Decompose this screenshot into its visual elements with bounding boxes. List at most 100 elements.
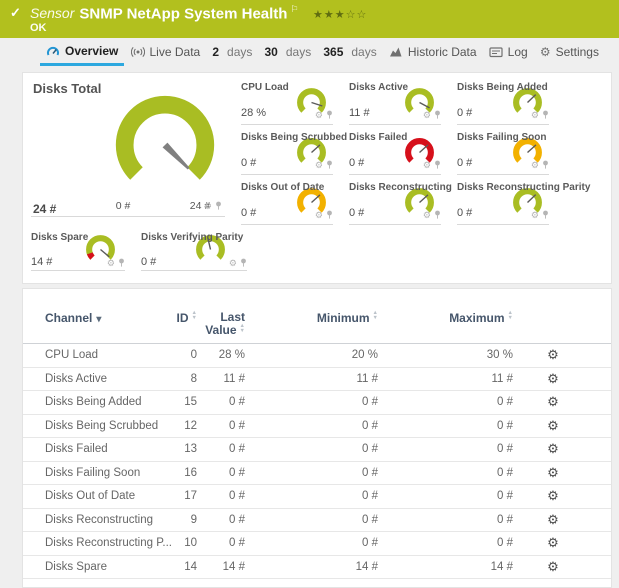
table-row[interactable]: Disks Reconstructing P... 10 0 # 0 # 0 # [23, 532, 611, 556]
tab-historic-data[interactable]: Historic Data [383, 38, 483, 66]
column-header-last-value[interactable]: Last Value [197, 311, 245, 337]
cell-id: 8 [175, 368, 197, 391]
gear-icon[interactable] [229, 253, 237, 271]
flag-icon[interactable] [290, 4, 298, 14]
table-row[interactable]: Disks Failing Soon 16 0 # 0 # 0 # [23, 462, 611, 486]
cell-maximum: 0 # [378, 532, 513, 555]
tab-2-days[interactable]: 2days [206, 38, 258, 66]
table-row[interactable]: Disks Reconstructing 9 0 # 0 # 0 # [23, 509, 611, 533]
gear-icon[interactable] [423, 205, 431, 223]
table-row[interactable]: Disks Out of Date 17 0 # 0 # 0 # [23, 485, 611, 509]
table-row[interactable]: Disks Spare 14 14 # 14 # 14 # [23, 556, 611, 580]
tab-settings[interactable]: Settings [534, 38, 605, 66]
gear-icon[interactable] [315, 155, 323, 173]
sensor-kind-label: Sensor [30, 5, 74, 21]
column-header-channel[interactable]: Channel [45, 311, 175, 325]
channel-settings-icon[interactable] [547, 538, 559, 550]
pin-icon[interactable] [326, 110, 333, 119]
stars-empty: ☆☆ [346, 9, 368, 21]
tab-live-data[interactable]: Live Data [125, 38, 207, 66]
pin-icon[interactable] [118, 258, 125, 267]
tab-overview[interactable]: Overview [40, 38, 124, 66]
cell-channel: Disks Failed [45, 438, 175, 461]
cell-id: 17 [175, 485, 197, 508]
channel-settings-icon[interactable] [547, 374, 559, 386]
cell-minimum: 20 % [245, 344, 378, 367]
gauge-label: Disks Total [33, 81, 101, 96]
channel-settings-icon[interactable] [547, 350, 559, 362]
gauge-value: 0 # [457, 107, 472, 119]
gear-icon[interactable] [204, 196, 212, 214]
table-row[interactable]: CPU Load 0 28 % 20 % 30 % [23, 344, 611, 368]
gauge-tile: Disks Failing Soon 0 # [449, 125, 557, 175]
pin-icon[interactable] [434, 110, 441, 119]
cell-minimum: 0 # [245, 532, 378, 555]
gauge-tile: Disks Reconstructing 0 # [341, 175, 449, 225]
table-row[interactable]: Disks Failed 13 0 # 0 # 0 # [23, 438, 611, 462]
channel-settings-icon[interactable] [547, 397, 559, 409]
table-row[interactable]: Disks Active 8 11 # 11 # 11 # [23, 368, 611, 392]
pin-icon[interactable] [434, 160, 441, 169]
gear-icon[interactable] [107, 253, 115, 271]
pin-icon[interactable] [434, 210, 441, 219]
gear-icon[interactable] [423, 105, 431, 123]
channel-settings-icon[interactable] [547, 491, 559, 503]
channel-settings-icon[interactable] [547, 468, 559, 480]
gauge-label: Disks Being Scrubbed [241, 132, 347, 143]
cell-channel: Disks Failing Soon [45, 462, 175, 485]
gauge-grid: CPU Load 28 % Disks Active 11 # Disks Be… [233, 75, 557, 225]
gear-icon[interactable] [315, 105, 323, 123]
gear-icon[interactable] [531, 205, 539, 223]
pin-icon[interactable] [240, 258, 247, 267]
table-body: CPU Load 0 28 % 20 % 30 % Disks Active 8… [23, 344, 611, 579]
check-icon [10, 5, 21, 21]
cell-maximum: 14 # [378, 556, 513, 579]
table-header-row: Channel ID Last Value Minimum Maximum [23, 305, 611, 344]
gauge-scale-min: 0 # [98, 200, 148, 212]
gear-icon[interactable] [315, 205, 323, 223]
pin-icon[interactable] [542, 210, 549, 219]
gauge-label: Disks Failed [349, 132, 407, 143]
cell-maximum: 0 # [378, 509, 513, 532]
pin-icon[interactable] [326, 160, 333, 169]
gauge-tile: Disks Verifying Parity 0 # [133, 225, 255, 271]
cell-minimum: 0 # [245, 462, 378, 485]
pin-icon[interactable] [542, 160, 549, 169]
channel-settings-icon[interactable] [547, 421, 559, 433]
cell-last-value: 0 # [197, 485, 245, 508]
tab-log[interactable]: Log [483, 38, 534, 66]
column-header-minimum[interactable]: Minimum [245, 311, 378, 325]
channel-settings-icon[interactable] [547, 515, 559, 527]
gauge-label: CPU Load [241, 82, 289, 93]
gauge-tile: CPU Load 28 % [233, 75, 341, 125]
column-header-id[interactable]: ID [175, 311, 197, 325]
cell-maximum: 0 # [378, 415, 513, 438]
table-row[interactable]: Disks Being Added 15 0 # 0 # 0 # [23, 391, 611, 415]
tab-365-days[interactable]: 365days [317, 38, 382, 66]
log-icon [489, 46, 503, 58]
gear-icon[interactable] [531, 155, 539, 173]
cell-last-value: 28 % [197, 344, 245, 367]
pin-icon[interactable] [326, 210, 333, 219]
gauge-value: 0 # [349, 207, 364, 219]
channel-settings-icon[interactable] [547, 562, 559, 574]
gauge-tile: Disks Spare 14 # [23, 225, 133, 271]
gauge-value: 11 # [349, 107, 370, 119]
column-header-maximum[interactable]: Maximum [378, 311, 513, 325]
gear-icon[interactable] [423, 155, 431, 173]
gear-icon[interactable] [531, 105, 539, 123]
pin-icon[interactable] [215, 201, 222, 210]
cell-channel: Disks Spare [45, 556, 175, 579]
gauge-tile: Disks Being Added 0 # [449, 75, 557, 125]
cell-maximum: 11 # [378, 368, 513, 391]
tab-30-days[interactable]: 30days [259, 38, 318, 66]
pin-icon[interactable] [542, 110, 549, 119]
cell-id: 16 [175, 462, 197, 485]
cell-minimum: 0 # [245, 438, 378, 461]
table-row[interactable]: Disks Being Scrubbed 12 0 # 0 # 0 # [23, 415, 611, 439]
priority-stars[interactable]: ★★★☆☆ [313, 9, 367, 21]
channel-settings-icon[interactable] [547, 444, 559, 456]
tab-bar: Overview Live Data 2days 30days 365days … [0, 38, 619, 66]
channel-table-panel: Channel ID Last Value Minimum Maximum CP… [22, 288, 612, 588]
cell-maximum: 0 # [378, 462, 513, 485]
